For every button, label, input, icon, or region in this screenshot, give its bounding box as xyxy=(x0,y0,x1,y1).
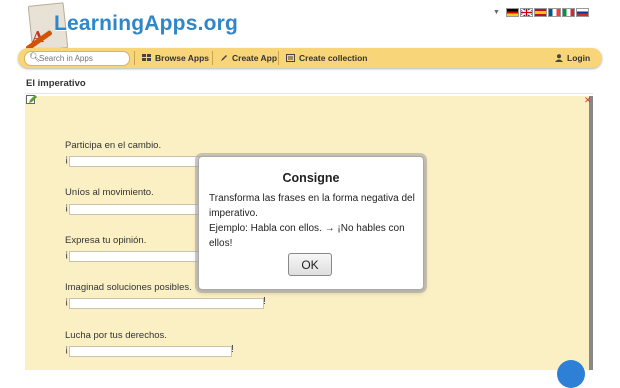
login-link[interactable]: Login xyxy=(555,51,590,65)
prompt-text: Lucha por tus derechos. xyxy=(65,330,167,341)
flag-fr-icon[interactable] xyxy=(547,7,561,17)
flag-ru-icon[interactable] xyxy=(575,7,589,17)
flag-de-icon[interactable] xyxy=(505,7,519,17)
pencil-icon xyxy=(221,55,227,61)
prefix-text: ¡ xyxy=(65,249,69,260)
instruction-dialog: Consigne Transforma las frases en la for… xyxy=(198,156,424,290)
prompt-text: Participa en el cambio. xyxy=(65,140,162,151)
prefix-text: ¡ xyxy=(65,296,69,307)
login-label: Login xyxy=(567,53,591,63)
flag-en-cross xyxy=(520,8,532,16)
search-box[interactable]: 🔍︎ xyxy=(24,51,130,66)
browse-apps-label: Browse Apps xyxy=(155,53,210,63)
flag-en-icon[interactable] xyxy=(519,7,533,17)
search-input[interactable] xyxy=(39,52,124,64)
browse-apps-link[interactable]: Browse Apps xyxy=(142,51,209,65)
prompt-text: Uníos al movimiento. xyxy=(65,187,154,198)
ok-button[interactable]: OK xyxy=(288,253,332,276)
create-collection-link[interactable]: Create collection xyxy=(286,51,368,65)
create-collection-label: Create collection xyxy=(299,53,368,63)
flag-es-icon[interactable] xyxy=(533,7,547,17)
chevron-down-icon[interactable]: ▼ xyxy=(493,9,500,16)
page-title: El imperativo xyxy=(26,78,86,89)
nav-divider xyxy=(134,51,135,65)
collection-icon xyxy=(286,54,295,62)
main-navbar: 🔍︎ Browse Apps Create App Create collect… xyxy=(18,48,602,68)
edit-icon[interactable] xyxy=(26,95,37,105)
prompt-text: Imaginad soluciones posibles. xyxy=(65,282,192,293)
close-icon[interactable]: ✕ xyxy=(584,95,592,106)
dialog-title: Consigne xyxy=(282,171,340,185)
site-logo[interactable]: A LearningApps.org xyxy=(22,2,238,52)
app-scrollbar[interactable] xyxy=(589,96,593,370)
user-icon xyxy=(555,54,563,62)
prefix-text: ¡ xyxy=(65,154,69,165)
suffix-text: ! xyxy=(231,344,234,355)
prompt-text: Expresa tu opinión. xyxy=(65,235,147,246)
site-name: LearningApps.org xyxy=(54,12,239,35)
nav-divider xyxy=(278,51,279,65)
language-selector[interactable]: ▼ xyxy=(493,7,589,17)
answer-input[interactable] xyxy=(69,346,232,357)
nav-divider xyxy=(212,51,213,65)
suffix-text: ! xyxy=(263,296,266,307)
prefix-text: ¡ xyxy=(65,344,69,355)
help-button[interactable] xyxy=(557,360,585,388)
grid-icon xyxy=(142,54,151,61)
answer-input[interactable] xyxy=(69,298,264,309)
prefix-text: ¡ xyxy=(65,202,69,213)
create-app-link[interactable]: Create App xyxy=(220,51,277,65)
flag-it-icon[interactable] xyxy=(561,7,575,17)
divider xyxy=(25,93,593,94)
dialog-text: Transforma las frases en la forma negati… xyxy=(209,193,415,249)
create-app-label: Create App xyxy=(232,53,278,63)
